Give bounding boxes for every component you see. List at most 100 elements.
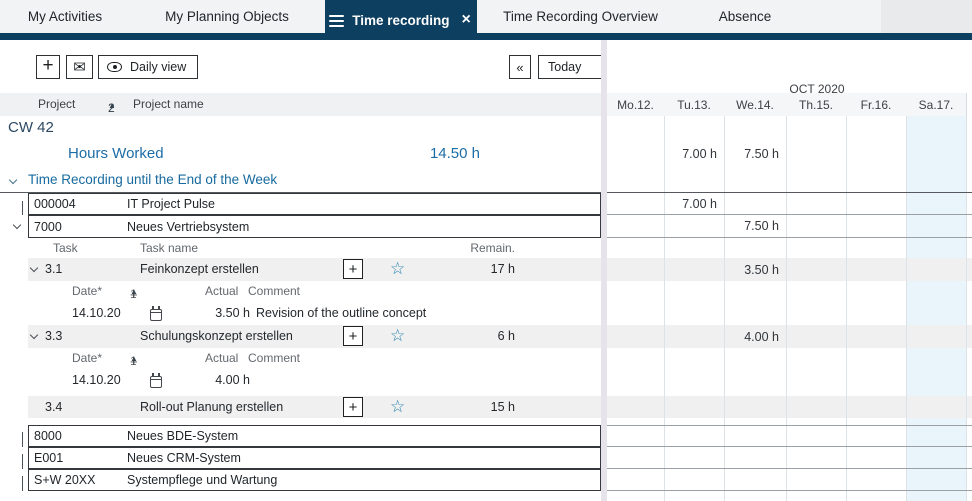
tab-time-recording-overview[interactable]: Time Recording Overview bbox=[488, 0, 673, 33]
day-cell[interactable]: 4.00 h bbox=[724, 325, 786, 348]
collapse-icon[interactable] bbox=[13, 221, 21, 229]
day-cell[interactable] bbox=[846, 418, 906, 425]
day-cell[interactable] bbox=[664, 238, 724, 258]
day-cell[interactable] bbox=[786, 140, 846, 168]
day-cell[interactable] bbox=[607, 418, 664, 425]
day-cell[interactable] bbox=[786, 348, 846, 370]
day-cell[interactable] bbox=[786, 303, 846, 325]
day-cell[interactable] bbox=[786, 238, 846, 258]
day-cell[interactable] bbox=[664, 258, 724, 281]
mail-button[interactable]: ✉ bbox=[66, 55, 93, 79]
day-cell[interactable] bbox=[724, 116, 786, 140]
panel-splitter[interactable] bbox=[601, 40, 607, 501]
day-cell[interactable] bbox=[724, 426, 786, 446]
day-cell[interactable] bbox=[664, 281, 724, 303]
day-cell[interactable] bbox=[786, 281, 846, 303]
tab-absence[interactable]: Absence bbox=[690, 0, 800, 33]
day-cell[interactable] bbox=[607, 325, 664, 348]
entry-actual-hours[interactable]: 3.50 h bbox=[180, 306, 250, 320]
project-column-header[interactable]: Project bbox=[38, 97, 75, 111]
calendar-icon[interactable] bbox=[150, 309, 162, 321]
day-header[interactable]: Mo.12. bbox=[607, 93, 664, 116]
day-cell[interactable] bbox=[786, 469, 846, 490]
day-cell[interactable] bbox=[607, 303, 664, 325]
day-cell[interactable] bbox=[664, 447, 724, 468]
project-name-cell[interactable]: IT Project Pulse bbox=[122, 193, 601, 215]
tab-my-planning-objects[interactable]: My Planning Objects bbox=[148, 0, 306, 33]
day-cell[interactable] bbox=[664, 325, 724, 348]
day-cell[interactable] bbox=[906, 238, 966, 258]
project-code-cell[interactable]: 8000 bbox=[28, 425, 123, 447]
day-cell[interactable]: 7.50 h bbox=[724, 140, 786, 168]
day-cell[interactable] bbox=[664, 116, 724, 140]
day-cell[interactable] bbox=[786, 447, 846, 468]
day-cell[interactable] bbox=[846, 348, 906, 370]
day-cell[interactable] bbox=[724, 396, 786, 418]
day-header[interactable]: We.14. bbox=[724, 93, 786, 116]
favorite-star-icon[interactable]: ☆ bbox=[390, 258, 405, 280]
day-cell[interactable] bbox=[846, 396, 906, 418]
day-cell[interactable] bbox=[664, 348, 724, 370]
project-name-cell[interactable]: Neues BDE-System bbox=[122, 425, 601, 447]
day-cell[interactable] bbox=[786, 168, 846, 192]
day-cell[interactable] bbox=[846, 258, 906, 281]
day-cell[interactable] bbox=[906, 140, 966, 168]
day-cell[interactable] bbox=[724, 491, 786, 501]
project-code-cell[interactable]: 7000 bbox=[28, 215, 123, 238]
day-cell[interactable] bbox=[846, 370, 906, 392]
project-name-cell[interactable]: Neues Vertriebsystem bbox=[122, 215, 601, 238]
expand-icon[interactable] bbox=[22, 476, 23, 491]
day-cell[interactable] bbox=[786, 258, 846, 281]
project-name-cell[interactable]: Neues CRM-System bbox=[122, 447, 601, 469]
day-cell[interactable] bbox=[607, 116, 664, 140]
day-cell[interactable] bbox=[664, 396, 724, 418]
day-cell[interactable] bbox=[786, 370, 846, 392]
day-cell[interactable] bbox=[846, 140, 906, 168]
day-cell[interactable] bbox=[786, 491, 846, 501]
day-cell[interactable] bbox=[906, 370, 966, 392]
day-cell[interactable] bbox=[846, 193, 906, 214]
entry-date[interactable]: 14.10.20 bbox=[72, 306, 121, 320]
day-cell[interactable] bbox=[846, 116, 906, 140]
expand-icon[interactable] bbox=[22, 432, 23, 447]
add-row-icon[interactable]: + bbox=[130, 287, 138, 302]
day-cell[interactable] bbox=[786, 426, 846, 446]
day-cell[interactable] bbox=[664, 469, 724, 490]
day-cell[interactable] bbox=[607, 447, 664, 468]
day-cell[interactable] bbox=[724, 418, 786, 425]
day-cell[interactable] bbox=[906, 418, 966, 425]
tab-my-activities[interactable]: My Activities bbox=[10, 0, 120, 33]
expand-icon[interactable] bbox=[22, 201, 23, 215]
day-cell[interactable] bbox=[786, 325, 846, 348]
day-cell[interactable] bbox=[664, 303, 724, 325]
day-cell[interactable] bbox=[607, 238, 664, 258]
day-cell[interactable] bbox=[664, 168, 724, 192]
day-cell[interactable] bbox=[906, 303, 966, 325]
day-cell[interactable] bbox=[786, 396, 846, 418]
day-cell[interactable] bbox=[724, 469, 786, 490]
day-cell[interactable] bbox=[664, 426, 724, 446]
add-entry-button[interactable]: + bbox=[343, 259, 363, 279]
day-cell[interactable] bbox=[786, 193, 846, 214]
day-cell[interactable] bbox=[664, 491, 724, 501]
project-code-cell[interactable]: S+W 20XX bbox=[28, 469, 123, 491]
day-cell[interactable] bbox=[906, 426, 966, 446]
day-header[interactable]: Sa.17. bbox=[906, 93, 966, 116]
day-cell[interactable] bbox=[724, 348, 786, 370]
day-cell[interactable] bbox=[724, 238, 786, 258]
calendar-icon[interactable] bbox=[150, 376, 162, 388]
day-cell[interactable] bbox=[607, 426, 664, 446]
day-cell[interactable] bbox=[607, 370, 664, 392]
day-header[interactable]: Tu.13. bbox=[664, 93, 724, 116]
day-cell[interactable] bbox=[906, 258, 966, 281]
day-cell[interactable] bbox=[664, 418, 724, 425]
day-cell[interactable] bbox=[607, 491, 664, 501]
day-cell[interactable] bbox=[906, 396, 966, 418]
project-code-cell[interactable]: 000004 bbox=[28, 193, 123, 215]
day-cell[interactable] bbox=[786, 116, 846, 140]
day-cell[interactable] bbox=[906, 469, 966, 490]
day-cell[interactable]: 7.00 h bbox=[664, 193, 724, 214]
day-cell[interactable] bbox=[786, 418, 846, 425]
day-cell[interactable] bbox=[846, 469, 906, 490]
day-cell[interactable] bbox=[906, 491, 966, 501]
